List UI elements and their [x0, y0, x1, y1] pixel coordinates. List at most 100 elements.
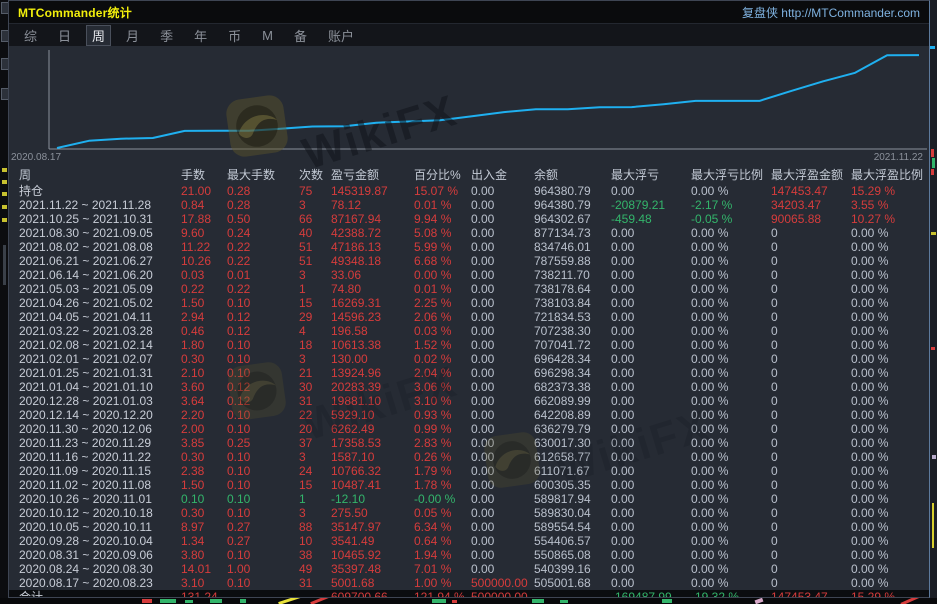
cell: 2020.10.26 ~ 2020.11.01 — [19, 492, 181, 506]
cell: 0.10 — [227, 450, 299, 464]
total-row[interactable]: 合计131.24609700.66121.94 %500000.00-16948… — [9, 590, 929, 597]
cell: 0.00 — [611, 520, 691, 534]
table-row[interactable]: 2021.10.25 ~ 2021.10.3117.880.506687167.… — [9, 212, 929, 226]
cell: 121.94 % — [414, 590, 471, 597]
column-header[interactable]: 手数 — [181, 164, 227, 186]
column-header[interactable]: 余额 — [534, 164, 611, 186]
menu-item-9[interactable]: 账户 — [322, 25, 360, 46]
cell: 0 — [771, 492, 851, 506]
column-header[interactable]: 次数 — [299, 164, 331, 186]
table-row[interactable]: 2021.05.03 ~ 2021.05.090.220.22174.800.0… — [9, 282, 929, 296]
cell: 合计 — [19, 590, 181, 597]
menu-item-5[interactable]: 年 — [188, 25, 213, 46]
cell: 0.00 % — [851, 380, 929, 394]
cell: 3.85 — [181, 436, 227, 450]
column-header[interactable]: 最大浮亏比例 — [691, 164, 771, 186]
menu-item-0[interactable]: 综 — [18, 25, 43, 46]
menu-item-1[interactable]: 日 — [52, 25, 77, 46]
cell: 31 — [299, 576, 331, 590]
cell: 3.10 % — [414, 394, 471, 408]
balance-curve — [9, 46, 929, 164]
cell: 0 — [771, 338, 851, 352]
column-header[interactable]: 最大浮盈比例 — [851, 164, 929, 186]
cell: 0.12 — [227, 394, 299, 408]
cell: 0.00 % — [691, 380, 771, 394]
cell: 9.60 — [181, 226, 227, 240]
cell: 834746.01 — [534, 240, 611, 254]
cell: 0.00 % — [691, 492, 771, 506]
table-row[interactable]: 2021.11.22 ~ 2021.11.280.840.28378.120.0… — [9, 198, 929, 212]
table-row[interactable]: 2020.08.17 ~ 2020.08.233.100.10315001.68… — [9, 576, 929, 590]
table-row[interactable]: 2021.06.21 ~ 2021.06.2710.260.225149348.… — [9, 254, 929, 268]
cell: 707041.72 — [534, 338, 611, 352]
cell: 540399.16 — [534, 562, 611, 576]
cell: 0 — [771, 380, 851, 394]
cell: 0.22 — [227, 254, 299, 268]
cell: 0.00 — [611, 548, 691, 562]
table-row[interactable]: 2021.01.25 ~ 2021.01.312.100.102113924.9… — [9, 366, 929, 380]
table-row[interactable]: 2021.08.30 ~ 2021.09.059.600.244042388.7… — [9, 226, 929, 240]
cell: 0.00 — [471, 506, 534, 520]
column-header[interactable]: 出入金 — [471, 164, 534, 186]
menu-item-4[interactable]: 季 — [154, 25, 179, 46]
table-row[interactable]: 2020.10.05 ~ 2020.10.118.970.278835147.9… — [9, 520, 929, 534]
brand-link[interactable]: 复盘侠 http://MTCommander.com — [742, 4, 920, 21]
menu-item-8[interactable]: 备 — [288, 25, 313, 46]
table-row[interactable]: 持仓21.000.2875145319.8715.07 %0.00964380.… — [9, 184, 929, 198]
table-row[interactable]: 2020.09.28 ~ 2020.10.041.340.27103541.49… — [9, 534, 929, 548]
cell: 2020.12.28 ~ 2021.01.03 — [19, 394, 181, 408]
cell: 554406.57 — [534, 534, 611, 548]
table-row[interactable]: 2020.08.24 ~ 2020.08.3014.011.004935397.… — [9, 562, 929, 576]
column-header[interactable]: 周 — [19, 164, 181, 186]
table-row[interactable]: 2021.06.14 ~ 2021.06.200.030.01333.060.0… — [9, 268, 929, 282]
cell: 0.00 — [611, 422, 691, 436]
cell: 2021.06.21 ~ 2021.06.27 — [19, 254, 181, 268]
table-row[interactable]: 2021.03.22 ~ 2021.03.280.460.124196.580.… — [9, 324, 929, 338]
menu-item-2[interactable]: 周 — [86, 25, 111, 46]
table-row[interactable]: 2020.10.26 ~ 2020.11.010.100.101-12.10-0… — [9, 492, 929, 506]
menu-item-7[interactable]: M — [256, 27, 279, 44]
table-row[interactable]: 2020.11.02 ~ 2020.11.081.500.101510487.4… — [9, 478, 929, 492]
table-row[interactable]: 2020.11.09 ~ 2020.11.152.380.102410766.3… — [9, 464, 929, 478]
cell: 0.00 % — [691, 310, 771, 324]
column-header[interactable]: 最大浮亏 — [611, 164, 691, 186]
cell: 0.00 % — [691, 464, 771, 478]
column-header[interactable]: 盈亏金额 — [331, 164, 414, 186]
table-row[interactable]: 2021.02.01 ~ 2021.02.070.300.103130.000.… — [9, 352, 929, 366]
cell: 40 — [299, 226, 331, 240]
column-header[interactable]: 最大浮盈金额 — [771, 164, 851, 186]
column-header[interactable]: 百分比% — [414, 164, 471, 186]
table-row[interactable]: 2021.04.26 ~ 2021.05.021.500.101516269.3… — [9, 296, 929, 310]
table-row[interactable]: 2020.10.12 ~ 2020.10.180.300.103275.500.… — [9, 506, 929, 520]
menu-item-6[interactable]: 币 — [222, 25, 247, 46]
table-row[interactable]: 2021.04.05 ~ 2021.04.112.940.122914596.2… — [9, 310, 929, 324]
cell: -12.10 — [331, 492, 414, 506]
cell: 0 — [771, 464, 851, 478]
table-row[interactable]: 2021.01.04 ~ 2021.01.103.600.123020283.3… — [9, 380, 929, 394]
table-row[interactable]: 2020.12.28 ~ 2021.01.033.640.123119881.1… — [9, 394, 929, 408]
table-row[interactable]: 2020.12.14 ~ 2020.12.202.200.10225929.10… — [9, 408, 929, 422]
column-header[interactable]: 最大手数 — [227, 164, 299, 186]
cell: 1.78 % — [414, 478, 471, 492]
cell: 0.00 — [611, 226, 691, 240]
cell: 0.00 — [471, 534, 534, 548]
cell: 196.58 — [331, 324, 414, 338]
table-row[interactable]: 2021.08.02 ~ 2021.08.0811.220.225147186.… — [9, 240, 929, 254]
cell: -169487.99 — [611, 590, 691, 597]
cell: 0.00 % — [851, 478, 929, 492]
cell: 0.10 — [227, 478, 299, 492]
x-axis-end-label: 2021.11.22 — [874, 152, 923, 163]
table-row[interactable]: 2020.11.23 ~ 2020.11.293.850.253717358.5… — [9, 436, 929, 450]
table-row[interactable]: 2020.11.16 ~ 2020.11.220.300.1031587.100… — [9, 450, 929, 464]
menu-item-3[interactable]: 月 — [120, 25, 145, 46]
cell: 0.00 % — [691, 296, 771, 310]
cell: 0.00 — [471, 436, 534, 450]
cell: 0 — [771, 548, 851, 562]
cell: 0.00 — [611, 352, 691, 366]
table-row[interactable]: 2021.02.08 ~ 2021.02.141.800.101810613.3… — [9, 338, 929, 352]
table-row[interactable]: 2020.11.30 ~ 2020.12.062.000.10206262.49… — [9, 422, 929, 436]
cell: 0.00 — [471, 338, 534, 352]
cell: 0.22 — [227, 240, 299, 254]
table-row[interactable]: 2020.08.31 ~ 2020.09.063.800.103810465.9… — [9, 548, 929, 562]
cell: 10487.41 — [331, 478, 414, 492]
